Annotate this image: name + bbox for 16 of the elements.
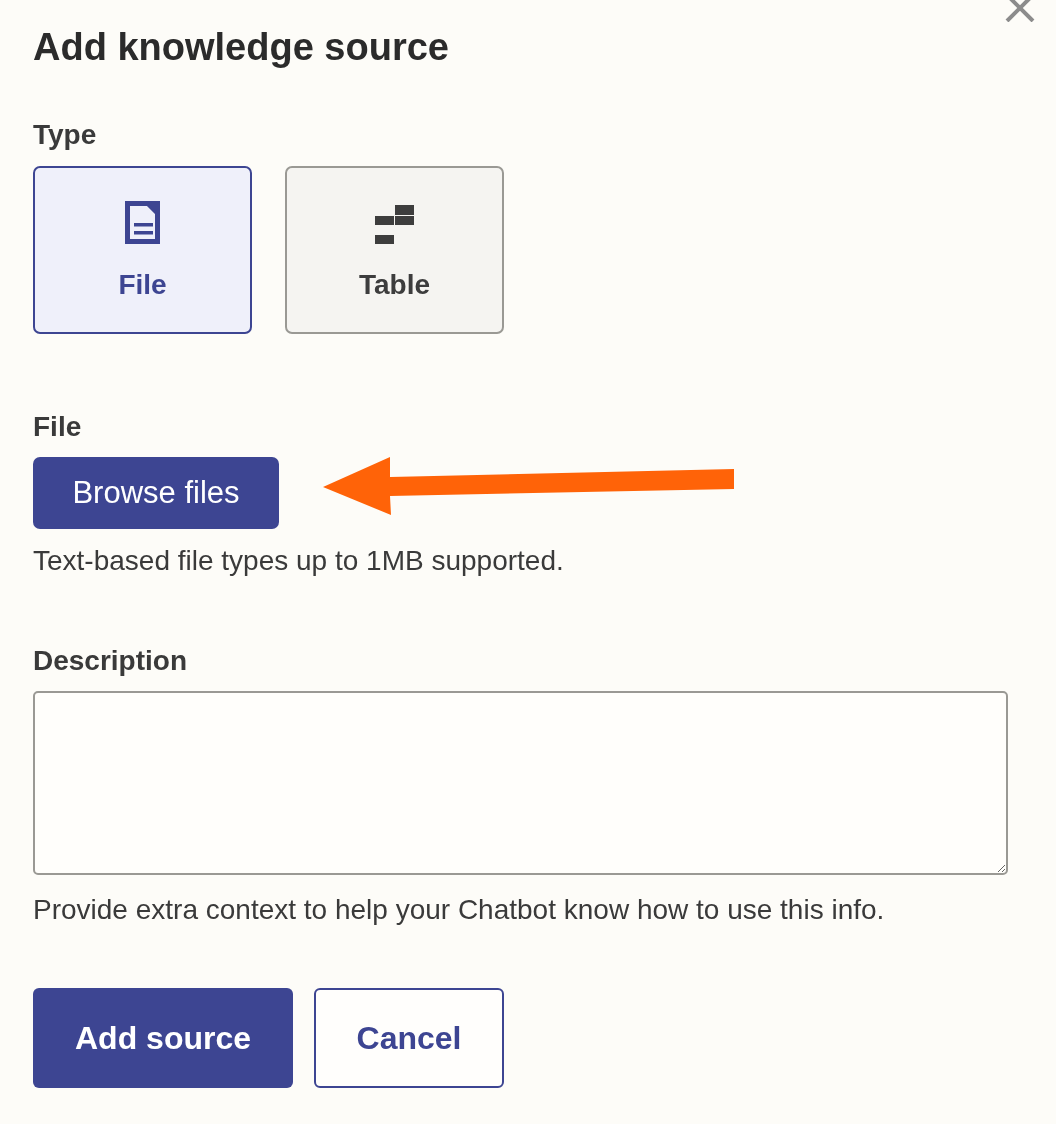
cancel-button[interactable]: Cancel [314, 987, 504, 1088]
description-field[interactable] [33, 690, 1008, 875]
help-text: Text-based file types up to 1MB supported. [33, 543, 565, 578]
browse-files-button[interactable]: Browse files [33, 456, 279, 529]
dialog-title: Add knowledge source [33, 25, 450, 70]
help-text: Provide extra context to help your Chatbot know how to use this info. [33, 892, 886, 927]
close-button[interactable] [1004, 0, 1036, 22]
field-label: Description [33, 644, 189, 678]
type-option-tile[interactable]: Table [285, 166, 504, 335]
add-source-button[interactable]: Add source [33, 987, 293, 1088]
stacked-bars-icon [375, 205, 414, 245]
type-option-tile[interactable]: File [33, 166, 252, 335]
close-icon [1004, 0, 1036, 22]
field-label: Type [33, 117, 98, 152]
document-icon [125, 201, 160, 245]
field-label: File [33, 410, 83, 444]
